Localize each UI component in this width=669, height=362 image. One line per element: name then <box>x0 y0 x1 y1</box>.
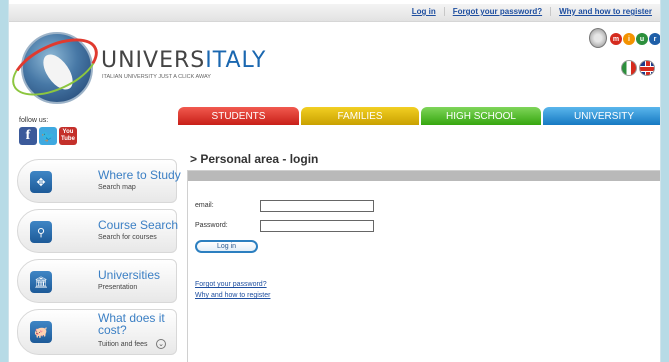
sidebar-item-course-search[interactable]: ⚲ Course Search Search for courses <box>17 209 179 253</box>
top-links: Log in Forgot your password? Why and how… <box>404 7 654 16</box>
sidebar-menu: ✥ Where to Study Search map ⚲ Course Sea… <box>17 159 181 361</box>
forgot-password-link[interactable]: Forgot your password? <box>195 281 267 288</box>
youtube-icon-top: You <box>62 129 74 135</box>
youtube-icon[interactable]: You Tube <box>59 127 77 145</box>
youtube-icon-bottom: Tube <box>61 136 75 142</box>
compass-icon: ✥ <box>30 171 52 193</box>
miur-logo[interactable]: m i u r <box>610 33 660 45</box>
piggy-bank-icon: 🐖 <box>30 321 52 343</box>
sidebar-item-title: Course Search <box>98 218 179 232</box>
sidebar-item-title: What does it cost? <box>98 312 165 336</box>
forgot-password-link[interactable]: Forgot your password? <box>445 7 552 16</box>
tab-university[interactable]: UNIVERSITY <box>543 107 660 125</box>
chevron-down-icon[interactable]: ⌄ <box>156 339 166 349</box>
tab-students[interactable]: STUDENTS <box>178 107 299 125</box>
miur-letter-m: m <box>610 33 622 45</box>
brand-tagline: ITALIAN UNIVERSITY JUST A CLICK AWAY <box>102 74 211 80</box>
facebook-icon[interactable]: f <box>19 127 37 145</box>
top-bar: Log in Forgot your password? Why and how… <box>9 4 660 22</box>
password-field[interactable] <box>260 220 374 232</box>
sidebar-item-title-line2: cost? <box>98 323 127 337</box>
brand-part-1: UNIVERS <box>101 48 206 73</box>
miur-letter-r: r <box>649 33 660 45</box>
page-title: > Personal area - login <box>190 152 319 166</box>
miur-letter-u: u <box>636 33 648 45</box>
sidebar-item-title: Universities <box>98 268 161 282</box>
panel-header <box>188 171 660 181</box>
audience-tabs: STUDENTS FAMILIES HIGH SCHOOL UNIVERSITY <box>178 107 660 125</box>
register-info-link[interactable]: Why and how to register <box>195 292 270 299</box>
email-field[interactable] <box>260 200 374 212</box>
tab-high-school[interactable]: HIGH SCHOOL <box>421 107 541 125</box>
login-link[interactable]: Log in <box>404 7 445 16</box>
search-icon: ⚲ <box>30 221 52 243</box>
tab-families[interactable]: FAMILIES <box>301 107 419 125</box>
sidebar-item-title: Where to Study <box>98 168 181 182</box>
sidebar-item-subtitle: Tuition and fees <box>98 341 148 348</box>
follow-us-label: follow us: <box>19 117 49 124</box>
sidebar-item-subtitle: Search for courses <box>98 234 157 241</box>
universitaly-logo[interactable]: UNIVERSITALY ITALIAN UNIVERSITY JUST A C… <box>9 26 265 110</box>
brand-part-2: ITALY <box>205 48 267 73</box>
sidebar-item-cost[interactable]: 🐖 What does it cost? Tuition and fees ⌄ <box>17 309 177 355</box>
login-button[interactable]: Log in <box>195 240 258 253</box>
social-links: f 🐦 You Tube <box>19 127 77 145</box>
sidebar-item-where-to-study[interactable]: ✥ Where to Study Search map <box>17 159 181 203</box>
page-frame: Log in Forgot your password? Why and how… <box>8 0 661 362</box>
sidebar-item-subtitle: Presentation <box>98 284 138 291</box>
sidebar-item-universities[interactable]: 🏛 Universities Presentation <box>17 259 177 303</box>
why-register-link[interactable]: Why and how to register <box>551 7 654 16</box>
italian-flag-icon[interactable] <box>621 60 637 76</box>
brand-name: UNIVERSITALY <box>101 48 266 73</box>
login-panel: email: Password: Log in Forgot your pass… <box>187 170 660 362</box>
uk-flag-icon[interactable] <box>639 60 655 76</box>
password-label: Password: <box>195 222 228 229</box>
sidebar-item-subtitle: Search map <box>98 184 136 191</box>
twitter-icon[interactable]: 🐦 <box>39 127 57 145</box>
miur-letter-i: i <box>623 33 635 45</box>
email-label: email: <box>195 202 214 209</box>
republic-seal-icon <box>589 28 607 48</box>
university-building-icon: 🏛 <box>30 271 52 293</box>
